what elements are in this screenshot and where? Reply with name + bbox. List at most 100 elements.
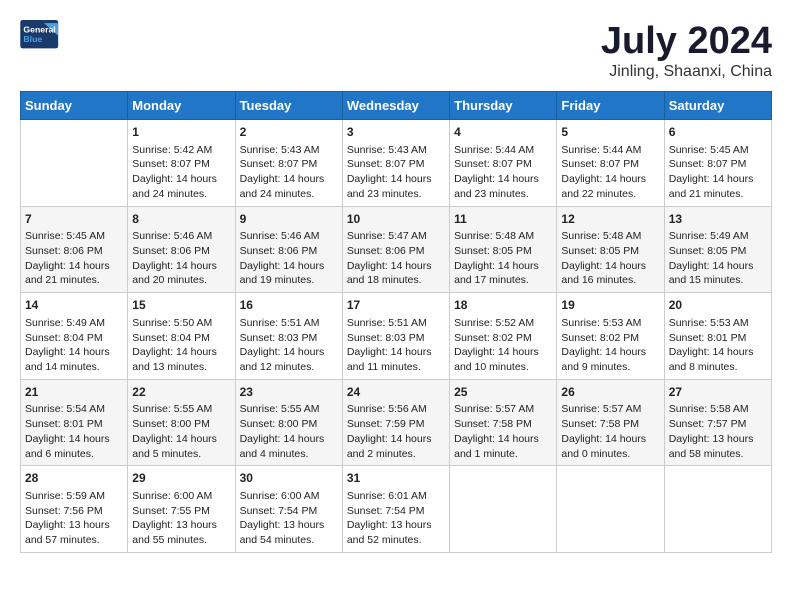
day-number: 8 bbox=[132, 211, 230, 228]
day-number: 23 bbox=[240, 384, 338, 401]
day-info: Sunrise: 6:00 AMSunset: 7:54 PMDaylight:… bbox=[240, 489, 338, 548]
day-cell: 25Sunrise: 5:57 AMSunset: 7:58 PMDayligh… bbox=[450, 379, 557, 466]
day-number: 3 bbox=[347, 124, 445, 141]
day-cell: 26Sunrise: 5:57 AMSunset: 7:58 PMDayligh… bbox=[557, 379, 664, 466]
header-friday: Friday bbox=[557, 92, 664, 120]
day-cell: 17 Sunrise: 5:51 AMSunset: 8:03 PMDayligh… bbox=[342, 293, 449, 380]
week-row-1: 1 Sunrise: 5:42 AMSunset: 8:07 PMDaylight… bbox=[21, 120, 772, 207]
day-number: 1 bbox=[132, 124, 230, 141]
day-number: 17 bbox=[347, 297, 445, 314]
logo-icon: General Blue bbox=[20, 20, 60, 50]
svg-text:General: General bbox=[23, 25, 55, 35]
day-cell: 14 Sunrise: 5:49 AMSunset: 8:04 PMDayligh… bbox=[21, 293, 128, 380]
day-cell: 19 Sunrise: 5:53 AMSunset: 8:02 PMDayligh… bbox=[557, 293, 664, 380]
day-number: 12 bbox=[561, 211, 659, 228]
calendar-body: 1 Sunrise: 5:42 AMSunset: 8:07 PMDaylight… bbox=[21, 120, 772, 553]
week-row-5: 28 Sunrise: 5:59 AMSunset: 7:56 PMDayligh… bbox=[21, 466, 772, 553]
day-cell: 2 Sunrise: 5:43 AMSunset: 8:07 PMDaylight… bbox=[235, 120, 342, 207]
day-info: Sunrise: 5:54 AMSunset: 8:01 PMDaylight:… bbox=[25, 402, 123, 461]
day-cell: 3 Sunrise: 5:43 AMSunset: 8:07 PMDaylight… bbox=[342, 120, 449, 207]
day-number: 2 bbox=[240, 124, 338, 141]
day-info: Sunrise: 5:49 AMSunset: 8:04 PMDaylight:… bbox=[25, 316, 123, 375]
day-cell: 16Sunrise: 5:51 AMSunset: 8:03 PMDayligh… bbox=[235, 293, 342, 380]
calendar-header: Sunday Monday Tuesday Wednesday Thursday… bbox=[21, 92, 772, 120]
day-cell: 24Sunrise: 5:56 AMSunset: 7:59 PMDayligh… bbox=[342, 379, 449, 466]
day-number: 30 bbox=[240, 470, 338, 487]
day-info: Sunrise: 5:57 AMSunset: 7:58 PMDaylight:… bbox=[454, 402, 552, 461]
day-number: 28 bbox=[25, 470, 123, 487]
day-info: Sunrise: 5:49 AMSunset: 8:05 PMDaylight:… bbox=[669, 229, 767, 288]
day-cell: 18Sunrise: 5:52 AMSunset: 8:02 PMDayligh… bbox=[450, 293, 557, 380]
day-cell bbox=[664, 466, 771, 553]
page-header: General Blue July 2024 Jinling, Shaanxi,… bbox=[20, 20, 772, 81]
day-info: Sunrise: 5:55 AMSunset: 8:00 PMDaylight:… bbox=[240, 402, 338, 461]
day-number: 22 bbox=[132, 384, 230, 401]
day-cell: 1 Sunrise: 5:42 AMSunset: 8:07 PMDaylight… bbox=[128, 120, 235, 207]
day-number: 20 bbox=[669, 297, 767, 314]
subtitle: Jinling, Shaanxi, China bbox=[601, 63, 772, 81]
day-cell: 6Sunrise: 5:45 AMSunset: 8:07 PMDaylight… bbox=[664, 120, 771, 207]
day-info: Sunrise: 5:43 AMSunset: 8:07 PMDaylight:… bbox=[240, 143, 338, 202]
day-cell: 29Sunrise: 6:00 AMSunset: 7:55 PMDayligh… bbox=[128, 466, 235, 553]
day-number: 11 bbox=[454, 211, 552, 228]
day-cell bbox=[557, 466, 664, 553]
header-monday: Monday bbox=[128, 92, 235, 120]
day-info: Sunrise: 5:42 AMSunset: 8:07 PMDaylight:… bbox=[132, 143, 230, 202]
day-cell: 10Sunrise: 5:47 AMSunset: 8:06 PMDayligh… bbox=[342, 206, 449, 293]
calendar-table: Sunday Monday Tuesday Wednesday Thursday… bbox=[20, 91, 772, 553]
day-number: 14 bbox=[25, 297, 123, 314]
day-cell: 30 Sunrise: 6:00 AMSunset: 7:54 PMDayligh… bbox=[235, 466, 342, 553]
day-cell: 21Sunrise: 5:54 AMSunset: 8:01 PMDayligh… bbox=[21, 379, 128, 466]
day-number: 6 bbox=[669, 124, 767, 141]
day-number: 21 bbox=[25, 384, 123, 401]
week-row-3: 14 Sunrise: 5:49 AMSunset: 8:04 PMDayligh… bbox=[21, 293, 772, 380]
day-info: Sunrise: 5:48 AMSunset: 8:05 PMDaylight:… bbox=[454, 229, 552, 288]
day-number: 4 bbox=[454, 124, 552, 141]
svg-text:Blue: Blue bbox=[23, 34, 42, 44]
day-number: 13 bbox=[669, 211, 767, 228]
day-cell: 23Sunrise: 5:55 AMSunset: 8:00 PMDayligh… bbox=[235, 379, 342, 466]
day-info: Sunrise: 5:43 AMSunset: 8:07 PMDaylight:… bbox=[347, 143, 445, 202]
day-info: Sunrise: 5:45 AMSunset: 8:06 PMDaylight:… bbox=[25, 229, 123, 288]
day-number: 16 bbox=[240, 297, 338, 314]
day-info: Sunrise: 5:56 AMSunset: 7:59 PMDaylight:… bbox=[347, 402, 445, 461]
day-cell bbox=[450, 466, 557, 553]
day-cell: 28 Sunrise: 5:59 AMSunset: 7:56 PMDayligh… bbox=[21, 466, 128, 553]
day-info: Sunrise: 5:51 AMSunset: 8:03 PMDaylight:… bbox=[347, 316, 445, 375]
day-number: 31 bbox=[347, 470, 445, 487]
day-info: Sunrise: 5:55 AMSunset: 8:00 PMDaylight:… bbox=[132, 402, 230, 461]
week-row-2: 7Sunrise: 5:45 AMSunset: 8:06 PMDaylight… bbox=[21, 206, 772, 293]
day-info: Sunrise: 5:53 AMSunset: 8:01 PMDaylight:… bbox=[669, 316, 767, 375]
day-info: Sunrise: 6:00 AMSunset: 7:55 PMDaylight:… bbox=[132, 489, 230, 548]
day-info: Sunrise: 5:57 AMSunset: 7:58 PMDaylight:… bbox=[561, 402, 659, 461]
header-row: Sunday Monday Tuesday Wednesday Thursday… bbox=[21, 92, 772, 120]
day-cell: 11Sunrise: 5:48 AMSunset: 8:05 PMDayligh… bbox=[450, 206, 557, 293]
day-info: Sunrise: 5:58 AMSunset: 7:57 PMDaylight:… bbox=[669, 402, 767, 461]
day-cell: 4 Sunrise: 5:44 AMSunset: 8:07 PMDaylight… bbox=[450, 120, 557, 207]
day-info: Sunrise: 5:44 AMSunset: 8:07 PMDaylight:… bbox=[561, 143, 659, 202]
day-cell: 13Sunrise: 5:49 AMSunset: 8:05 PMDayligh… bbox=[664, 206, 771, 293]
day-info: Sunrise: 5:50 AMSunset: 8:04 PMDaylight:… bbox=[132, 316, 230, 375]
day-cell: 9Sunrise: 5:46 AMSunset: 8:06 PMDaylight… bbox=[235, 206, 342, 293]
day-cell: 7Sunrise: 5:45 AMSunset: 8:06 PMDaylight… bbox=[21, 206, 128, 293]
header-sunday: Sunday bbox=[21, 92, 128, 120]
day-number: 10 bbox=[347, 211, 445, 228]
day-number: 19 bbox=[561, 297, 659, 314]
logo: General Blue bbox=[20, 20, 60, 50]
header-thursday: Thursday bbox=[450, 92, 557, 120]
day-info: Sunrise: 5:44 AMSunset: 8:07 PMDaylight:… bbox=[454, 143, 552, 202]
week-row-4: 21Sunrise: 5:54 AMSunset: 8:01 PMDayligh… bbox=[21, 379, 772, 466]
day-info: Sunrise: 5:59 AMSunset: 7:56 PMDaylight:… bbox=[25, 489, 123, 548]
day-info: Sunrise: 5:52 AMSunset: 8:02 PMDaylight:… bbox=[454, 316, 552, 375]
day-cell: 5 Sunrise: 5:44 AMSunset: 8:07 PMDaylight… bbox=[557, 120, 664, 207]
day-info: Sunrise: 5:53 AMSunset: 8:02 PMDaylight:… bbox=[561, 316, 659, 375]
day-info: Sunrise: 6:01 AMSunset: 7:54 PMDaylight:… bbox=[347, 489, 445, 548]
day-cell: 12Sunrise: 5:48 AMSunset: 8:05 PMDayligh… bbox=[557, 206, 664, 293]
main-title: July 2024 bbox=[601, 20, 772, 63]
day-number: 27 bbox=[669, 384, 767, 401]
day-number: 5 bbox=[561, 124, 659, 141]
day-info: Sunrise: 5:47 AMSunset: 8:06 PMDaylight:… bbox=[347, 229, 445, 288]
day-cell: 20 Sunrise: 5:53 AMSunset: 8:01 PMDayligh… bbox=[664, 293, 771, 380]
day-cell: 22Sunrise: 5:55 AMSunset: 8:00 PMDayligh… bbox=[128, 379, 235, 466]
day-cell: 31 Sunrise: 6:01 AMSunset: 7:54 PMDayligh… bbox=[342, 466, 449, 553]
